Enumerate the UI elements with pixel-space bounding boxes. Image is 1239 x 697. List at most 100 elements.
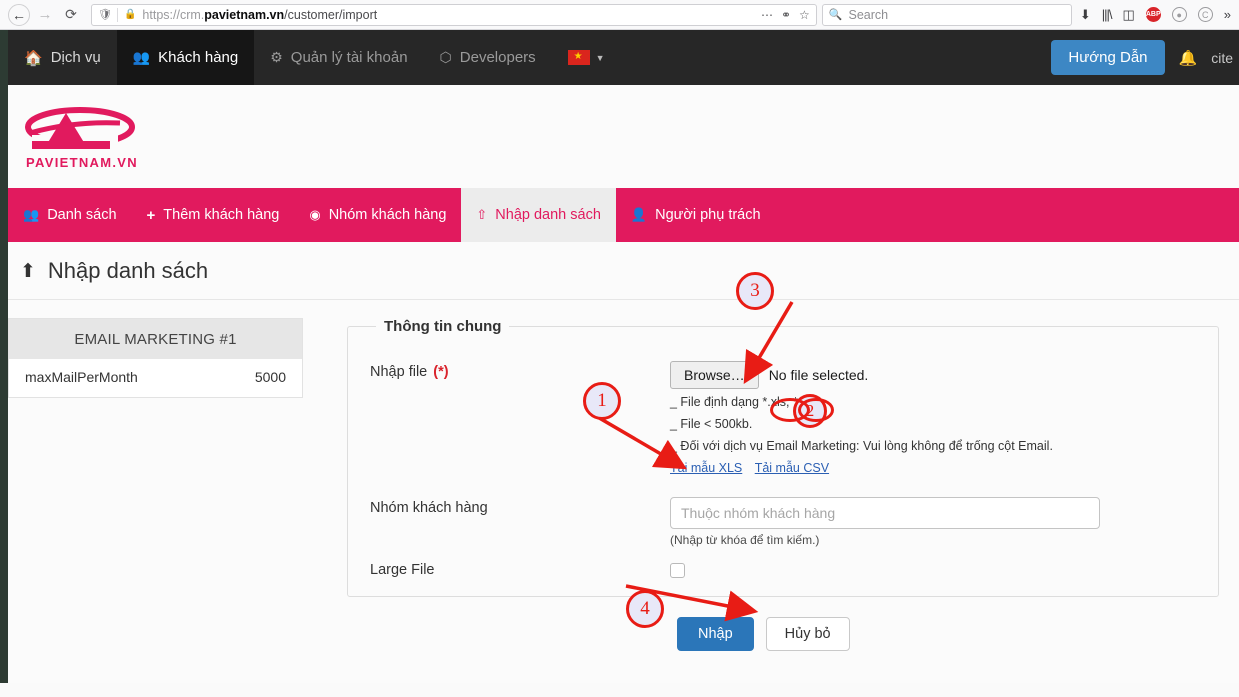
brand-header: ® PAVIETNAM.VN (0, 85, 1239, 188)
back-arrow-icon: ← (8, 3, 30, 26)
container-icon[interactable]: C (1197, 7, 1213, 22)
left-edge-stripe (0, 188, 8, 242)
help-button[interactable]: Hướng Dẫn (1051, 40, 1165, 75)
hexagon-icon: ⬡ (439, 49, 452, 65)
circle-user-icon: ◉ (309, 207, 321, 222)
topnav-item-developers[interactable]: ⬡ Developers (424, 30, 552, 85)
gears-icon: ⚙ (270, 49, 283, 65)
large-file-control (670, 559, 1196, 578)
topnav-label: Dịch vụ (50, 49, 101, 66)
download-xls-template-link[interactable]: Tải mẫu XLS (670, 461, 742, 475)
users-icon: 👥 (23, 207, 40, 222)
customer-group-control: (Nhập từ khóa để tìm kiếm.) (670, 496, 1196, 547)
library-icon[interactable]: |||\ (1102, 7, 1113, 22)
cancel-button[interactable]: Hủy bỏ (765, 616, 850, 651)
tab-label: Nhóm khách hàng (328, 207, 447, 223)
topnav-label: Developers (459, 49, 536, 66)
left-edge-stripe (0, 30, 8, 85)
template-links: Tải mẫu XLS Tải mẫu CSV (670, 459, 1196, 477)
forward-button[interactable]: → (32, 3, 58, 27)
plus-icon: + (146, 206, 156, 224)
tab-danh-sach[interactable]: 👥 Danh sách (8, 188, 132, 242)
language-switcher[interactable]: ★ ▼ (552, 30, 621, 85)
urlbar-divider (116, 7, 118, 22)
topnav-right-group: Hướng Dẫn 🔔 cite (1051, 30, 1239, 85)
file-field-control: Browse… No file selected. _ File định dạ… (670, 361, 1196, 477)
primary-navbar: 🏠 Dịch vụ 👥 Khách hàng ⚙ Quản lý tài kho… (0, 30, 1239, 85)
file-hint-3: _ Đối với dịch vụ Email Marketing: Vui l… (670, 438, 1053, 453)
table-row: maxMailPerMonth 5000 (9, 359, 302, 395)
account-icon[interactable]: ● (1171, 7, 1187, 22)
left-edge-stripe (0, 242, 8, 300)
browser-toolbar: ← → ⟳ 🛡 🔒 https://crm.pavietnam.vn/custo… (0, 0, 1239, 30)
back-button[interactable]: ← (6, 3, 32, 27)
star-icon[interactable]: ☆ (799, 8, 810, 22)
service-summary-card: EMAIL MARKETING #1 maxMailPerMonth 5000 (8, 318, 303, 398)
file-hint-2: _ File < 500kb. (670, 416, 753, 431)
tab-nhom-khach-hang[interactable]: ◉ Nhóm khách hàng (294, 188, 461, 242)
tab-label: Nhập danh sách (495, 207, 601, 223)
submit-button[interactable]: Nhập (677, 616, 754, 651)
tab-nhap-danh-sach[interactable]: ⇧ Nhập danh sách (461, 188, 616, 242)
browse-button[interactable]: Browse… (670, 361, 759, 389)
logo-text: PAVIETNAM.VN (26, 155, 138, 170)
bell-icon[interactable]: 🔔 (1179, 49, 1198, 67)
topnav-item-khach-hang[interactable]: 👥 Khách hàng (116, 30, 255, 85)
reload-button[interactable]: ⟳ (58, 3, 84, 27)
customer-group-row: Nhóm khách hàng (Nhập từ khóa để tìm kiế… (370, 496, 1196, 547)
upload-icon: ⇧ (476, 207, 488, 222)
topnav-item-quan-ly-tai-khoan[interactable]: ⚙ Quản lý tài khoản (254, 30, 423, 85)
no-file-selected-text: No file selected. (768, 367, 869, 383)
pa-logo-icon[interactable]: ® PAVIETNAM.VN (22, 101, 150, 173)
file-label-text: Nhập file (370, 364, 428, 380)
left-edge-stripe (0, 85, 8, 188)
pocket-icon[interactable]: ⚭ (781, 8, 791, 22)
customer-group-input[interactable] (670, 496, 1100, 529)
tab-label: Thêm khách hàng (163, 207, 280, 223)
topnav-label: Khách hàng (158, 49, 239, 66)
page-title: ⬆ Nhập danh sách (20, 258, 208, 284)
download-csv-template-link[interactable]: Tải mẫu CSV (755, 461, 829, 475)
person-icon: 👤 (630, 207, 648, 222)
tab-label: Người phụ trách (655, 207, 761, 223)
browser-search-box[interactable]: 🔍 Search (821, 3, 1072, 26)
large-file-row: Large File (370, 559, 1196, 578)
large-file-label: Large File (370, 561, 435, 578)
section-tabbar: 👥 Danh sách + Thêm khách hàng ◉ Nhóm khá… (0, 188, 1239, 242)
tab-label: Danh sách (47, 207, 117, 223)
svg-text:®: ® (62, 119, 68, 127)
service-summary-header: EMAIL MARKETING #1 (9, 319, 302, 359)
page-content: EMAIL MARKETING #1 maxMailPerMonth 5000 … (0, 300, 1239, 683)
file-input[interactable]: Browse… No file selected. (670, 361, 1196, 389)
file-hint-1: _ File định dạng *.xls, *.csv. (670, 395, 823, 409)
adblock-icon[interactable]: ABP (1145, 7, 1161, 22)
vietnam-flag-icon: ★ (567, 50, 590, 65)
general-info-panel: Thông tin chung Nhập file (*) Browse… No … (347, 318, 1219, 597)
tab-nguoi-phu-trach[interactable]: 👤 Người phụ trách (616, 188, 776, 242)
left-edge-stripe (0, 300, 8, 683)
search-placeholder: Search (848, 7, 889, 22)
customer-group-hint: (Nhập từ khóa để tìm kiếm.) (670, 532, 820, 547)
ellipsis-icon[interactable]: ⋯ (761, 8, 773, 22)
forward-arrow-icon: → (37, 6, 53, 23)
large-file-checkbox[interactable] (670, 562, 685, 578)
topnav-item-dich-vu[interactable]: 🏠 Dịch vụ (8, 30, 117, 85)
user-name-truncated[interactable]: cite (1211, 50, 1233, 66)
search-icon: 🔍 (828, 9, 843, 21)
home-icon: 🏠 (24, 49, 43, 67)
browser-action-icons: ⬇ |||\ ◫ ABP ● C » (1080, 7, 1233, 23)
topnav-label: Quản lý tài khoản (290, 49, 408, 66)
tab-them-khach-hang[interactable]: + Thêm khách hàng (132, 188, 295, 242)
summary-key: maxMailPerMonth (25, 369, 138, 385)
download-icon[interactable]: ⬇ (1080, 7, 1091, 23)
shield-icon[interactable]: 🛡 (98, 8, 112, 21)
chevron-double-right-icon[interactable]: » (1224, 7, 1231, 22)
page-title-bar: ⬆ Nhập danh sách (0, 242, 1239, 300)
sidebar-icon[interactable]: ◫ (1122, 7, 1134, 23)
reload-icon: ⟳ (65, 6, 77, 22)
page-title-text: Nhập danh sách (47, 258, 209, 283)
file-field-label: Nhập file (*) (370, 361, 670, 380)
panel-legend: Thông tin chung (384, 318, 502, 335)
address-bar[interactable]: 🛡 🔒 https://crm.pavietnam.vn/customer/im… (91, 3, 817, 26)
lock-icon: 🔒 (123, 9, 137, 20)
